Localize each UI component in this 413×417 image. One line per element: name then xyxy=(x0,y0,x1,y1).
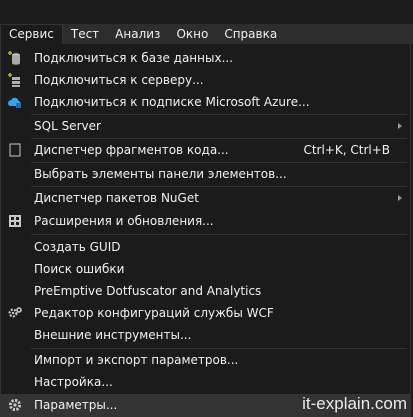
menu-item-label: Подключиться к подписке Microsoft Azure.… xyxy=(34,95,310,109)
menu-item-sql-server[interactable]: SQL Server xyxy=(1,115,410,137)
menu-analyze[interactable]: Анализ xyxy=(107,24,168,44)
menu-item-label: Поиск ошибки xyxy=(34,262,125,276)
menu-item-connect-server[interactable]: Подключиться к серверу... xyxy=(1,69,410,91)
menu-item-choose-toolbox-items[interactable]: Выбрать элементы панели элементов... xyxy=(1,163,410,185)
menu-item-label: Диспетчер пакетов NuGet xyxy=(34,191,199,205)
add-server-icon xyxy=(7,72,23,88)
menu-item-label: Подключиться к базе данных... xyxy=(34,51,234,65)
menu-item-label: Выбрать элементы панели элементов... xyxy=(34,167,287,181)
tools-dropdown-menu: Подключиться к базе данных... Подключить… xyxy=(0,44,411,417)
watermark-text: it-explain.com xyxy=(302,394,407,413)
menu-item-label: Создать GUID xyxy=(34,240,121,254)
submenu-arrow-icon xyxy=(398,195,402,201)
menu-test[interactable]: Тест xyxy=(63,24,107,44)
menu-item-snippets-manager[interactable]: Диспетчер фрагментов кода... Ctrl+K, Ctr… xyxy=(1,139,410,161)
add-database-icon xyxy=(7,50,23,66)
menu-item-label: Настройка... xyxy=(34,375,113,389)
menu-item-nuget[interactable]: Диспетчер пакетов NuGet xyxy=(1,187,410,209)
menu-item-external-tools[interactable]: Внешние инструменты... xyxy=(1,324,410,346)
menu-help[interactable]: Справка xyxy=(216,24,285,44)
menu-item-customize[interactable]: Настройка... xyxy=(1,371,410,393)
menu-item-error-lookup[interactable]: Поиск ошибки xyxy=(1,258,410,280)
menu-item-label: Импорт и экспорт параметров... xyxy=(34,353,239,367)
menu-item-extensions[interactable]: Расширения и обновления... xyxy=(1,210,410,232)
menu-tools[interactable]: Сервис xyxy=(0,24,63,44)
menu-item-label: Внешние инструменты... xyxy=(34,328,192,342)
menu-item-label: Параметры... xyxy=(34,398,118,412)
menu-item-label: Подключиться к серверу... xyxy=(34,73,204,87)
menu-item-label: Редактор конфигураций службы WCF xyxy=(34,306,274,320)
menu-bar: Сервис Тест Анализ Окно Справка xyxy=(0,24,413,44)
azure-cloud-icon xyxy=(7,94,23,110)
submenu-arrow-icon xyxy=(398,123,402,129)
menu-item-connect-database[interactable]: Подключиться к базе данных... xyxy=(1,47,410,69)
menu-item-label: PreEmptive Dotfuscator and Analytics xyxy=(34,284,262,298)
wcf-gears-icon xyxy=(7,305,23,321)
menu-item-shortcut: Ctrl+K, Ctrl+B xyxy=(303,143,390,157)
menu-item-label: SQL Server xyxy=(34,119,101,133)
menu-item-connect-azure[interactable]: Подключиться к подписке Microsoft Azure.… xyxy=(1,91,410,113)
menu-window[interactable]: Окно xyxy=(168,24,216,44)
gear-icon xyxy=(7,397,23,413)
menu-item-wcf-editor[interactable]: Редактор конфигураций службы WCF xyxy=(1,302,410,324)
menu-item-label: Расширения и обновления... xyxy=(34,214,214,228)
snippet-icon xyxy=(7,142,23,158)
menu-item-dotfuscator[interactable]: PreEmptive Dotfuscator and Analytics xyxy=(1,280,410,302)
menu-item-label: Диспетчер фрагментов кода... xyxy=(34,143,229,157)
menu-item-create-guid[interactable]: Создать GUID xyxy=(1,236,410,258)
extensions-icon xyxy=(7,213,23,229)
menu-separator xyxy=(31,234,407,235)
menu-item-import-export[interactable]: Импорт и экспорт параметров... xyxy=(1,349,410,371)
